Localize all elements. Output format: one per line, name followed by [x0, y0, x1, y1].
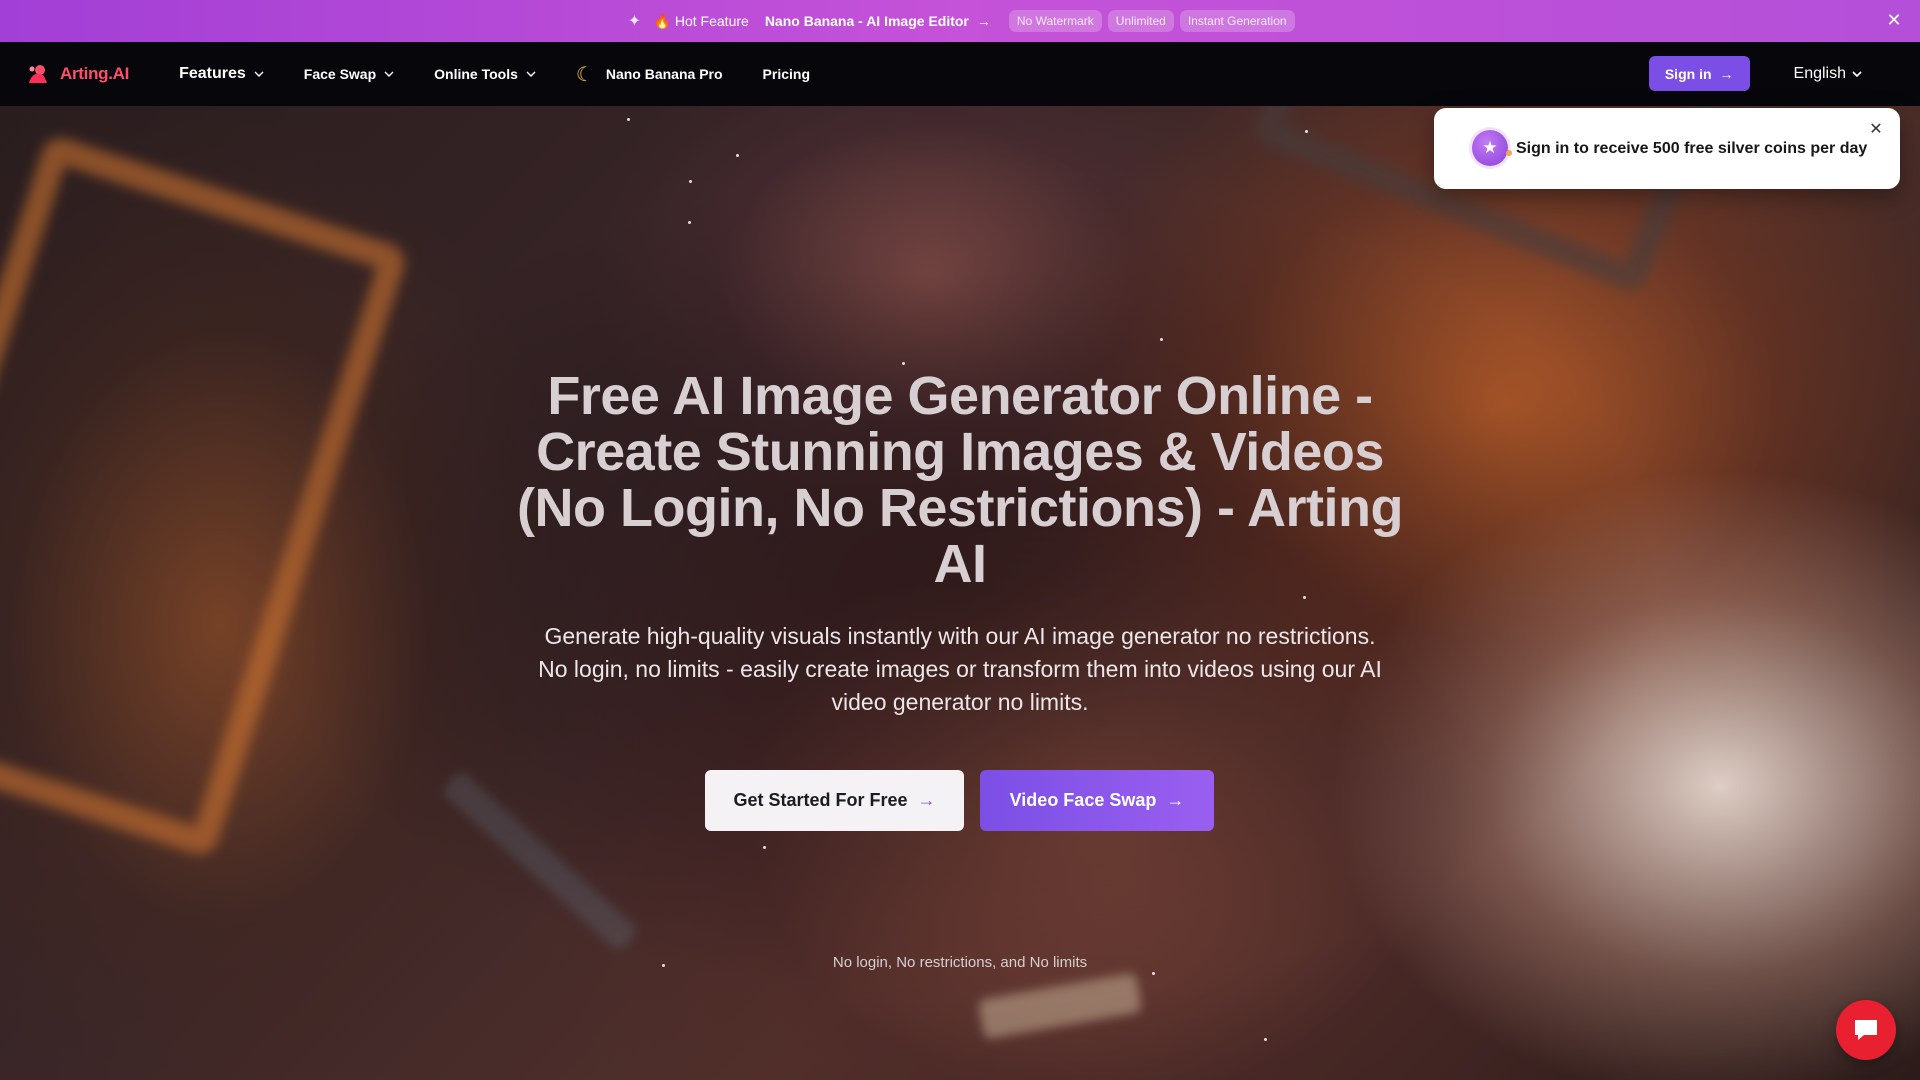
hero-title: Free AI Image Generator Online - Create … [517, 366, 1403, 594]
menu-online-tools[interactable]: Online Tools [434, 66, 536, 82]
hot-feature-label: Hot Feature [674, 13, 749, 29]
moon-icon: ☾ [575, 63, 594, 86]
menu-pricing[interactable]: Pricing [763, 66, 810, 82]
sparkle-dot [1152, 972, 1155, 975]
close-icon[interactable]: ✕ [1868, 122, 1884, 138]
sparkle-dot [1264, 1038, 1267, 1041]
nav-right: Sign in → English [1648, 56, 1862, 91]
sparkle-dot [1160, 338, 1163, 341]
video-face-swap-label: Video Face Swap [1009, 790, 1157, 810]
signin-reward-toast: ★ Sign in to receive 500 free silver coi… [1434, 108, 1900, 189]
sparkle-dot [689, 180, 692, 183]
sparkle-dot [627, 118, 630, 121]
sparkle-icon: ✦ [627, 13, 642, 30]
menu-online-tools-label: Online Tools [434, 66, 518, 82]
logo-text: Arting.AI [60, 64, 130, 83]
sparkle-dot [763, 846, 766, 849]
menu-face-swap[interactable]: Face Swap [304, 66, 394, 82]
menu-pricing-label: Pricing [762, 66, 811, 82]
top-nav: Arting.AI Features Face Swap Online Tool… [0, 42, 1920, 106]
sparkle-dot [736, 154, 739, 157]
chat-button[interactable] [1836, 1000, 1896, 1060]
arrow-right-icon: → [1719, 65, 1734, 82]
sparkle-dot [1303, 596, 1306, 599]
logo-icon [29, 65, 47, 83]
main-menu: Features Face Swap Online Tools ☾ Nano B… [179, 62, 850, 87]
sparkle-dot [688, 221, 691, 224]
promo-banner: ✦ 🔥 Hot Feature Nano Banana - AI Image E… [0, 0, 1920, 42]
chat-icon [1855, 1020, 1877, 1040]
promo-feature-link[interactable]: Nano Banana - AI Image Editor → [765, 13, 991, 29]
promo-feature-label: Nano Banana - AI Image Editor [764, 13, 969, 29]
logo[interactable]: Arting.AI [26, 63, 129, 85]
fire-icon: 🔥 [653, 12, 671, 29]
language-selector[interactable]: English [1794, 65, 1862, 83]
menu-nano-banana-pro-label: Nano Banana Pro [605, 66, 723, 82]
chevron-down-icon [384, 71, 394, 77]
star-icon: ★ [1472, 130, 1512, 166]
arrow-right-icon: → [1166, 790, 1185, 810]
menu-nano-banana-pro[interactable]: ☾ Nano Banana Pro [576, 62, 723, 87]
hero-section: Free AI Image Generator Online - Create … [0, 106, 1920, 1080]
sign-in-label: Sign in [1664, 65, 1712, 82]
pill-unlimited[interactable]: Unlimited [1107, 10, 1174, 32]
sign-in-button[interactable]: Sign in → [1648, 56, 1750, 91]
hero-note: No login, No restrictions, and No limits [832, 954, 1088, 971]
video-face-swap-button[interactable]: Video Face Swap → [980, 770, 1214, 831]
pill-instant-generation[interactable]: Instant Generation [1179, 10, 1295, 32]
language-label: English [1793, 64, 1846, 82]
hero-cta-row: Get Started For Free → Video Face Swap → [705, 770, 1214, 831]
promo-pills: No Watermark Unlimited Instant Generatio… [1008, 10, 1295, 32]
close-icon[interactable]: ✕ [1884, 10, 1904, 30]
sparkle-dot [1305, 130, 1308, 133]
toast-message: Sign in to receive 500 free silver coins… [1516, 139, 1868, 157]
chevron-down-icon [1852, 70, 1862, 77]
menu-face-swap-label: Face Swap [303, 66, 377, 82]
get-started-label: Get Started For Free [733, 790, 908, 810]
menu-features-label: Features [179, 65, 246, 82]
menu-features[interactable]: Features [179, 65, 264, 83]
chevron-down-icon [254, 71, 264, 77]
hot-feature: 🔥 Hot Feature [653, 13, 748, 30]
hero-subtitle: Generate high-quality visuals instantly … [538, 623, 1382, 715]
get-started-button[interactable]: Get Started For Free → [705, 770, 964, 831]
arrow-right-icon: → [976, 13, 991, 29]
arrow-right-icon: → [917, 790, 936, 810]
pill-no-watermark[interactable]: No Watermark [1008, 10, 1102, 32]
chevron-down-icon [526, 71, 536, 77]
sparkle-dot [902, 362, 905, 365]
